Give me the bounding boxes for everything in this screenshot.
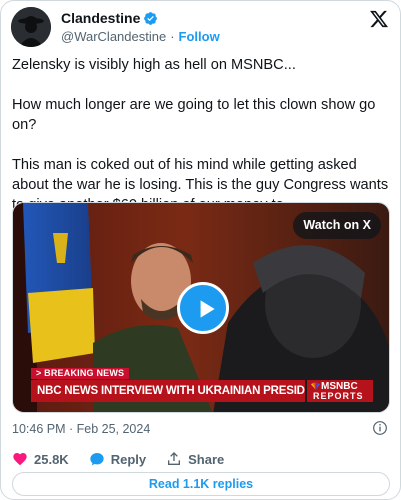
share-button[interactable]: Share [166, 451, 224, 467]
x-logo-icon[interactable] [369, 9, 389, 29]
handle[interactable]: @WarClandestine [61, 29, 166, 44]
play-icon[interactable] [177, 282, 229, 334]
reply-button[interactable]: Reply [89, 451, 146, 467]
news-lower-third: > BREAKING NEWS NBC NEWS INTERVIEW WITH … [31, 368, 373, 402]
news-headline: NBC NEWS INTERVIEW WITH UKRAINIAN PRESID… [31, 380, 305, 402]
tweet-meta: 10:46 PM · Feb 25, 2024 [12, 420, 390, 438]
verified-badge-icon [143, 11, 158, 26]
timestamp[interactable]: 10:46 PM · Feb 25, 2024 [12, 422, 150, 436]
info-icon[interactable] [372, 420, 388, 436]
share-label: Share [188, 451, 225, 467]
tweet-paragraph: How much longer are we going to let this… [12, 97, 376, 133]
heart-icon [13, 453, 27, 466]
separator-dot: · [170, 29, 175, 44]
reply-label: Reply [110, 451, 147, 467]
name-row: Clandestine [61, 10, 158, 26]
like-button[interactable]: 25.8K [12, 451, 69, 467]
watch-on-x-button[interactable]: Watch on X [293, 212, 381, 239]
tweet-text: Zelensky is visibly high as hell on MSNB… [12, 55, 392, 215]
breaking-news-label: > BREAKING NEWS [31, 368, 130, 379]
like-count: 25.8K [34, 451, 69, 467]
display-name[interactable]: Clandestine [61, 10, 140, 26]
tweet-paragraph: Zelensky is visibly high as hell on MSNB… [12, 57, 296, 73]
peacock-icon [310, 382, 321, 390]
tweet-header: Clandestine @WarClandestine · Follow [11, 7, 391, 47]
network-logo: MSNBC REPORTS [307, 380, 373, 402]
reply-icon [90, 453, 104, 466]
tweet-actions: 25.8K Reply Share [12, 450, 244, 468]
tweet-card: Clandestine @WarClandestine · Follow Zel… [0, 0, 401, 500]
network-subtitle: REPORTS [313, 391, 364, 401]
handle-row: @WarClandestine · Follow [61, 29, 220, 44]
avatar-icon[interactable] [11, 7, 51, 47]
video-player[interactable]: Watch on X > BREAKING NEWS NBC NEWS INTE… [12, 202, 390, 413]
follow-button[interactable]: Follow [179, 29, 220, 44]
read-replies-button[interactable]: Read 1.1K replies [12, 472, 390, 496]
share-icon [168, 452, 181, 465]
